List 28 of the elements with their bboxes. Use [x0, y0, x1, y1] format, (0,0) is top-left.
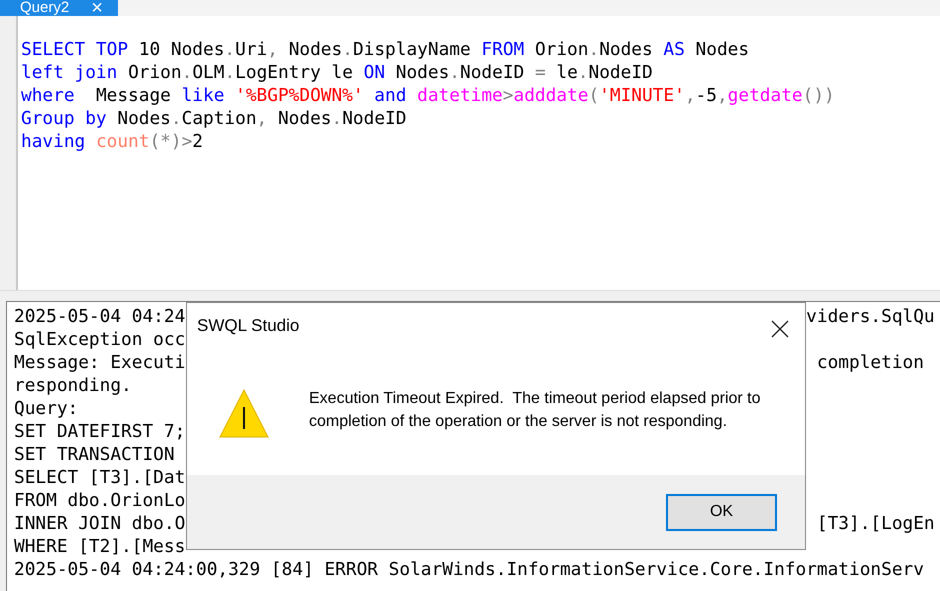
log-line: 2025-05-04 04:24:00,329 [84] ERROR SolarWinds.InformationService.Core.InformationServ	[14, 558, 924, 581]
dialog-title: SWQL Studio	[197, 316, 300, 336]
log-line: SET DATEFIRST 7;	[14, 420, 186, 443]
editor-tab[interactable]: Query2 ×	[0, 0, 118, 16]
log-line: SqlException occ	[14, 328, 186, 351]
code-line: where Message like '%BGP%DOWN%' and datetime>adddate('MINUTE',-5,getdate())	[21, 84, 835, 107]
log-line: viders.SqlQu	[806, 305, 935, 328]
log-line: completion	[816, 351, 924, 374]
close-icon[interactable]	[771, 320, 789, 338]
log-line: SET TRANSACTION	[14, 443, 175, 466]
log-line: 2025-05-04 04:24	[14, 305, 186, 328]
log-line: WHERE [T2].[Mess	[14, 535, 186, 558]
code-line: Group by Nodes.Caption, Nodes.NodeID	[21, 107, 406, 130]
code-editor[interactable]	[16, 16, 940, 290]
code-line: SELECT TOP 10 Nodes.Uri, Nodes.DisplayName FROM Orion.Nodes AS Nodes	[21, 38, 750, 61]
log-line: FROM dbo.OrionLo	[14, 489, 186, 512]
log-line: INNER JOIN dbo.O	[14, 512, 186, 535]
code-line: left join Orion.OLM.LogEntry le ON Nodes.NodeID = le.NodeID	[21, 61, 653, 84]
close-icon[interactable]: ×	[91, 0, 103, 16]
warning-icon	[219, 389, 269, 438]
code-line: having count(*)>2	[21, 130, 204, 153]
error-message: Execution Timeout Expired. The timeout period elapsed prior to completion of the operation or the server is not responding.	[309, 389, 762, 432]
log-line: [T3].[LogEn	[816, 512, 935, 535]
log-line: SELECT [T3].[Dat	[14, 466, 186, 489]
log-line: Query:	[14, 397, 78, 420]
ok-button[interactable]: OK	[666, 494, 777, 530]
log-line: responding.	[14, 374, 132, 397]
log-line: Message: Executi	[14, 351, 186, 374]
